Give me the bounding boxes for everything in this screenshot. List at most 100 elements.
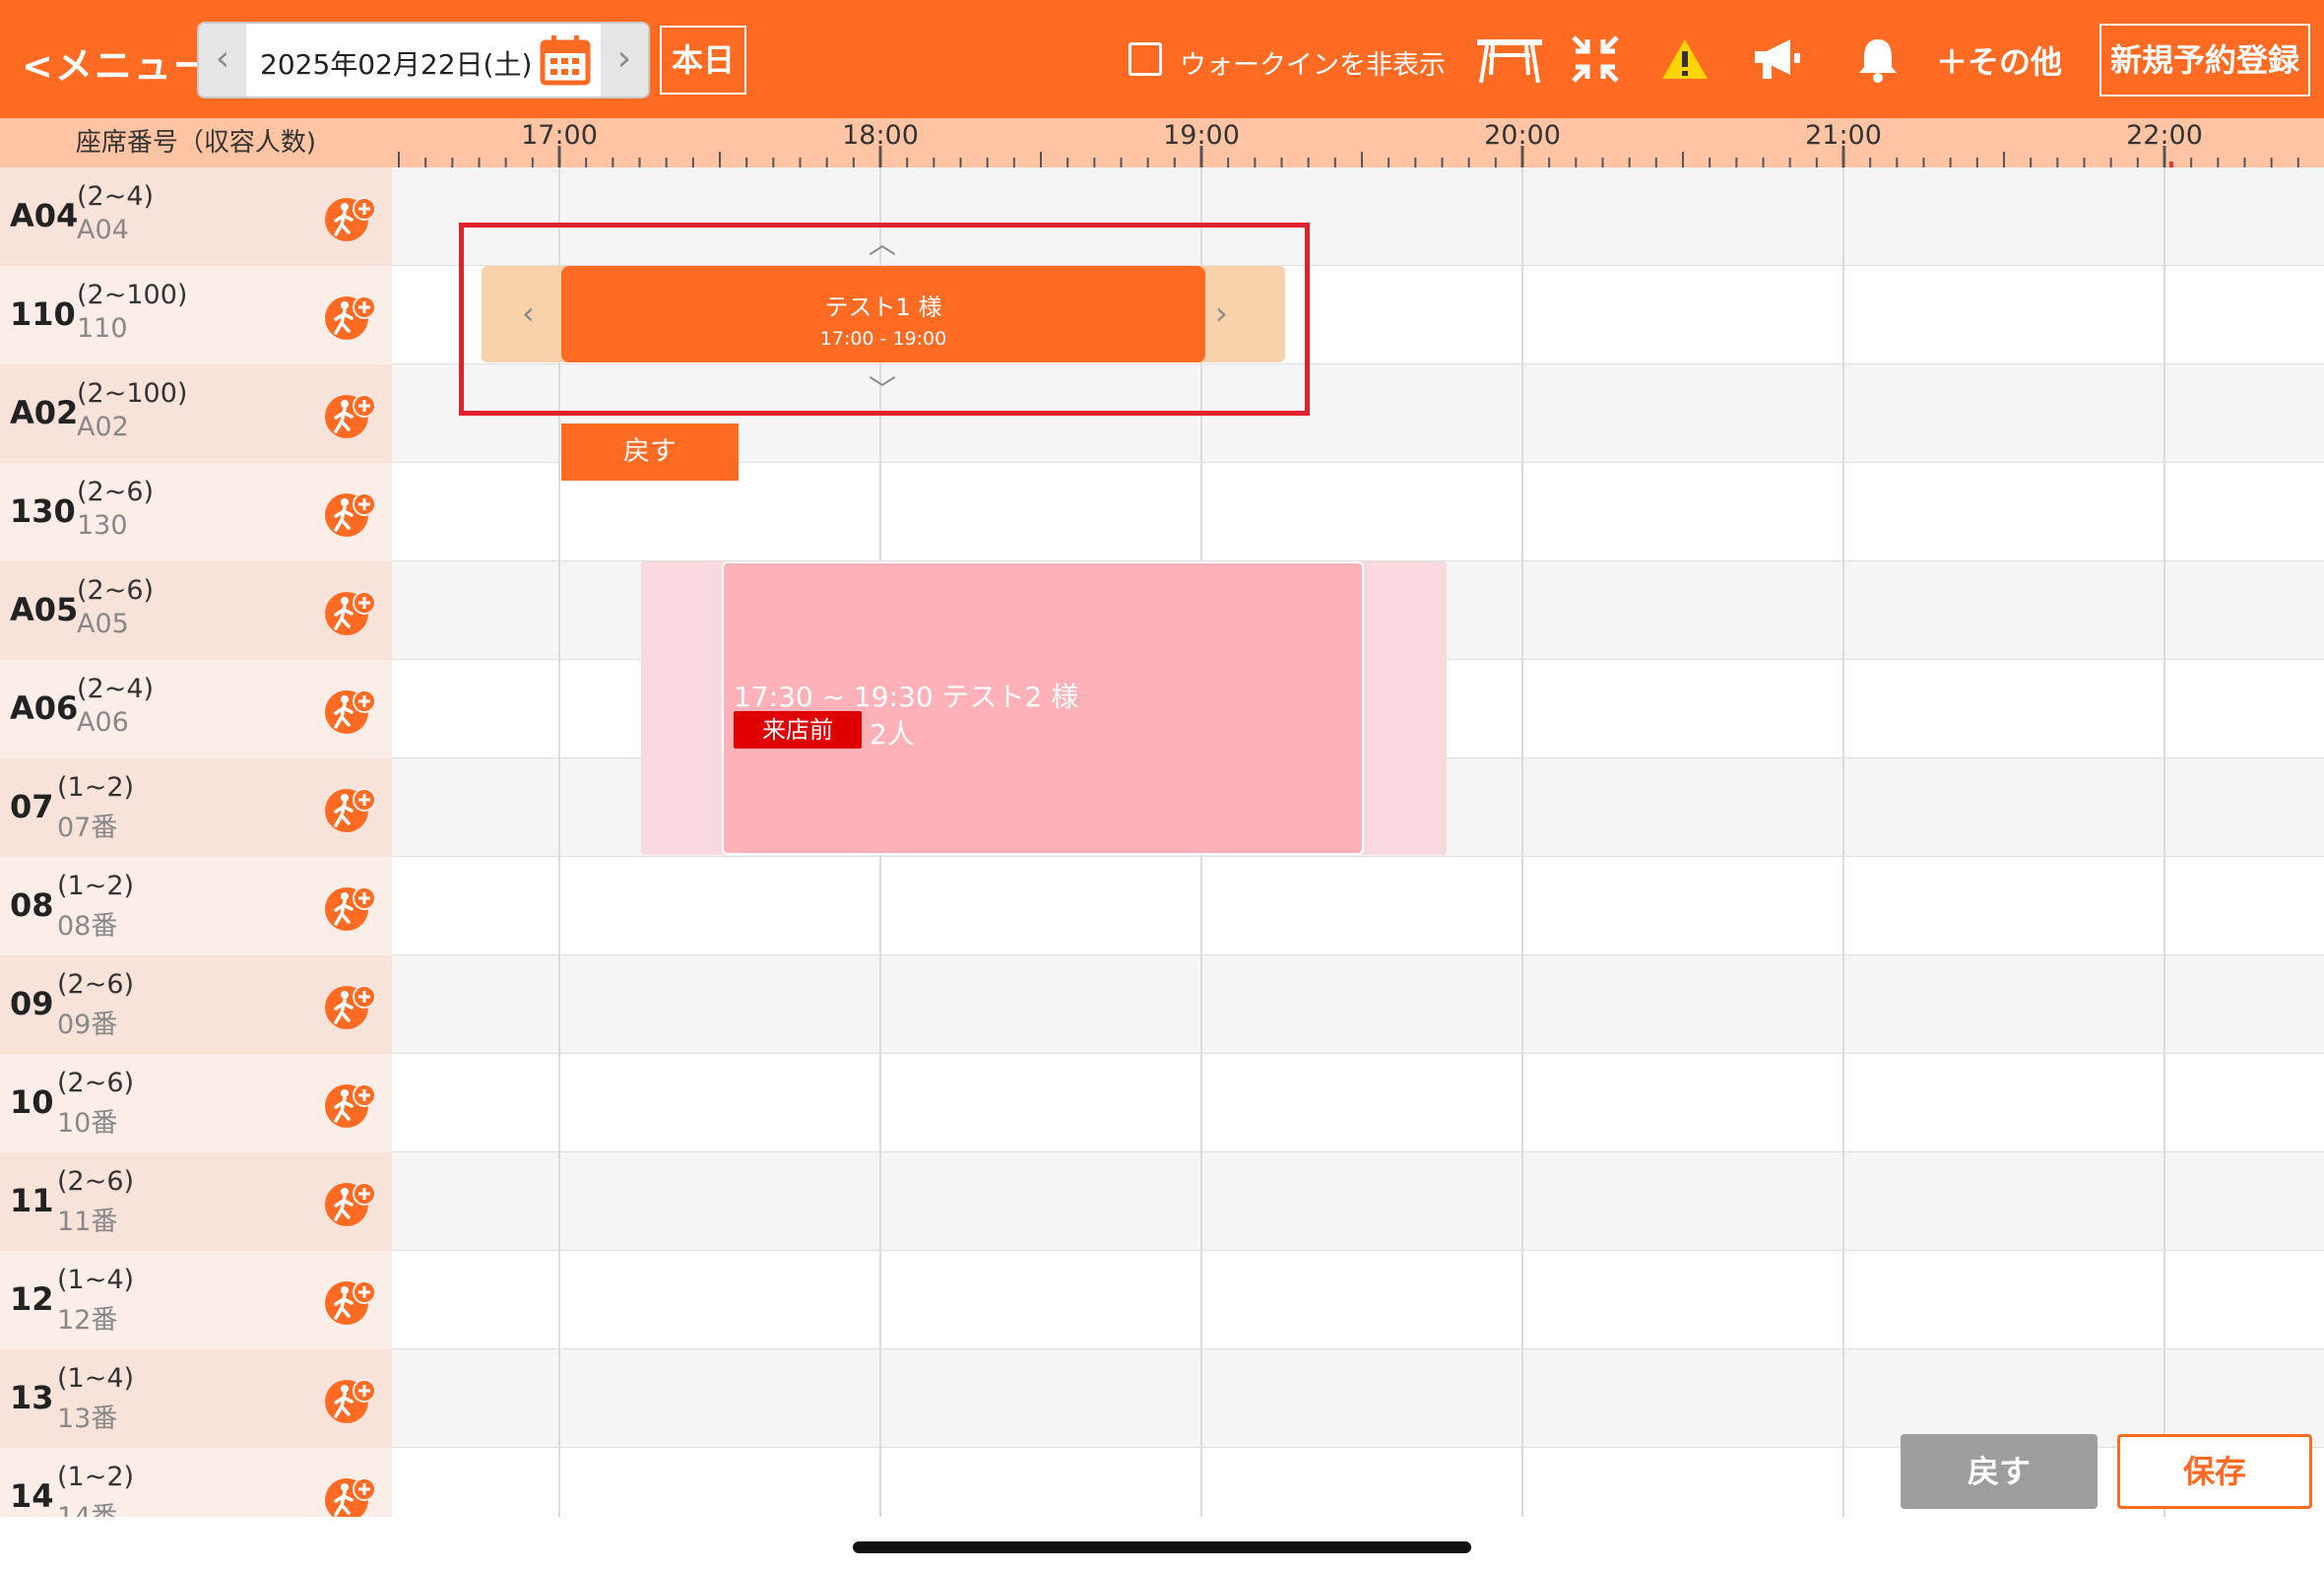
current-date[interactable]: 2025年02月22日(土) [260, 43, 532, 83]
back-button[interactable]: 戻す [1901, 1434, 2098, 1509]
hour-gridline [1521, 167, 1523, 1517]
walkin-add-icon[interactable] [321, 490, 382, 540]
seat-row[interactable]: A06 (2~4) A06 [0, 660, 392, 758]
megaphone-icon[interactable] [1751, 37, 1804, 83]
seat-number: A05 [10, 591, 79, 628]
seat-capacity: (2~4) [77, 181, 155, 212]
home-indicator [853, 1541, 1471, 1553]
seat-capacity: (2~6) [57, 1068, 135, 1098]
grid-row[interactable] [392, 1349, 2324, 1448]
walkin-add-icon[interactable] [321, 884, 382, 934]
seat-name: 08番 [57, 911, 118, 942]
seat-number: A02 [10, 394, 79, 431]
seat-capacity: (1~2) [57, 871, 135, 901]
seat-name: 13番 [57, 1404, 118, 1434]
grid-row[interactable] [392, 1152, 2324, 1251]
seat-number: 08 [10, 886, 54, 924]
save-button[interactable]: 保存 [2117, 1434, 2312, 1509]
walkin-add-icon[interactable] [321, 1377, 382, 1426]
hour-label: 19:00 [1163, 120, 1240, 151]
seat-row[interactable]: 09 (2~6) 09番 [0, 955, 392, 1054]
hour-gridline [1842, 167, 1844, 1517]
seat-capacity: (2~100) [77, 378, 188, 409]
move-up-icon[interactable]: ︿ [869, 229, 896, 260]
walkin-add-icon[interactable] [321, 983, 382, 1032]
seat-row[interactable]: 10 (2~6) 10番 [0, 1054, 392, 1152]
seat-capacity: (1~2) [57, 1462, 135, 1492]
seat-row[interactable]: 14(1~2) 14番 [0, 1448, 392, 1517]
hour-label: 18:00 [842, 120, 919, 151]
undo-move-button[interactable]: 戻す [561, 424, 739, 481]
table-icon[interactable] [1473, 33, 1546, 87]
app-root: <メニュー ‹ 2025年02月22日(土) › 本日 ウォークインを非表示 ＋… [0, 0, 2324, 1569]
grid-row[interactable] [392, 857, 2324, 955]
walkin-add-icon[interactable] [321, 1180, 382, 1229]
seat-number: A06 [10, 689, 79, 727]
menu-back-link[interactable]: <メニュー [22, 35, 213, 90]
seat-column-header: 座席番号（収容人数) [0, 118, 392, 167]
reservation-name: テスト1 様 [824, 294, 942, 321]
extend-end-right-icon[interactable]: › [1215, 297, 1228, 329]
other-menu-button[interactable]: ＋その他 [1936, 37, 2062, 83]
walkin-add-icon[interactable] [321, 589, 382, 638]
seat-row[interactable]: 08 (1~2) 08番 [0, 857, 392, 955]
seat-name: 110 [77, 313, 128, 344]
warning-icon[interactable] [1660, 37, 1710, 81]
top-bar: <メニュー ‹ 2025年02月22日(土) › 本日 ウォークインを非表示 ＋… [0, 0, 2324, 118]
seat-number: 13 [10, 1379, 54, 1416]
seat-capacity: (2~4) [77, 674, 155, 704]
seat-number: 07 [10, 788, 54, 825]
walkin-add-icon[interactable] [321, 786, 382, 835]
walkin-add-icon[interactable] [321, 1278, 382, 1328]
time-ruler: 17:00 18:00 19:00 20:00 21:00 22:00 [392, 118, 2324, 167]
hide-walkin-checkbox[interactable] [1129, 42, 1162, 76]
seat-name: A05 [77, 609, 129, 639]
collapse-icon[interactable] [1570, 33, 1621, 85]
seat-number: 110 [10, 295, 76, 333]
time-ticks [398, 146, 2299, 167]
seat-row[interactable]: 130 (2~6) 130 [0, 463, 392, 561]
seat-row[interactable]: 13 (1~4) 13番 [0, 1349, 392, 1448]
seat-name: 10番 [57, 1108, 118, 1139]
seat-name: A06 [77, 707, 129, 738]
seat-row[interactable]: 12 (1~4) 12番 [0, 1251, 392, 1349]
reservation-block-test1[interactable]: テスト1 様 17:00 - 19:00 [561, 266, 1205, 362]
grid-row[interactable] [392, 955, 2324, 1054]
seat-row[interactable]: 07 (1~2) 07番 [0, 758, 392, 857]
walkin-add-icon[interactable] [321, 1081, 382, 1131]
seat-row[interactable]: 11 (2~6) 11番 [0, 1152, 392, 1251]
seat-row[interactable]: A05 (2~6) A05 [0, 561, 392, 660]
reservation-info: 17:30 ~ 19:30 テスト2 様 [734, 681, 1079, 713]
walkin-add-icon[interactable] [321, 195, 382, 244]
extend-start-left-icon[interactable]: ‹ [522, 297, 535, 329]
hour-label: 17:00 [521, 120, 598, 151]
move-down-icon[interactable]: ﹀ [869, 374, 896, 406]
seat-list: A04 (2~4) A04 110 (2~100) 110 A02 (2~100) A02 130… [0, 167, 392, 1517]
walkin-add-icon[interactable] [321, 1475, 382, 1517]
walkin-add-icon[interactable] [321, 392, 382, 441]
seat-row[interactable]: A04 (2~4) A04 [0, 167, 392, 266]
seat-name: 14番 [57, 1495, 117, 1517]
seat-name: 09番 [57, 1010, 118, 1040]
status-badge: 来店前 [734, 711, 862, 749]
grid-row[interactable] [392, 1054, 2324, 1152]
seat-capacity: (1~4) [57, 1363, 135, 1394]
seat-capacity: (1~2) [57, 772, 135, 803]
seat-number: 130 [10, 492, 76, 530]
date-selector: ‹ 2025年02月22日(土) › [197, 22, 650, 98]
grid-row[interactable] [392, 1251, 2324, 1349]
bell-icon[interactable] [1857, 35, 1899, 85]
walkin-add-icon[interactable] [321, 294, 382, 343]
next-day-button[interactable]: › [601, 24, 648, 97]
seat-row[interactable]: A02 (2~100) A02 [0, 364, 392, 463]
seat-name: A02 [77, 412, 129, 442]
today-button[interactable]: 本日 [660, 26, 746, 95]
reservation-block-test2[interactable]: 17:30 ~ 19:30 テスト2 様 来店前 2人 [722, 561, 1364, 855]
seat-row[interactable]: 110 (2~100) 110 [0, 266, 392, 364]
walkin-add-icon[interactable] [321, 687, 382, 737]
seat-name: 130 [77, 510, 128, 541]
new-reservation-button[interactable]: 新規予約登録 [2099, 24, 2310, 97]
seat-capacity: (2~6) [57, 969, 135, 1000]
calendar-icon[interactable] [540, 33, 591, 87]
prev-day-button[interactable]: ‹ [199, 24, 246, 97]
